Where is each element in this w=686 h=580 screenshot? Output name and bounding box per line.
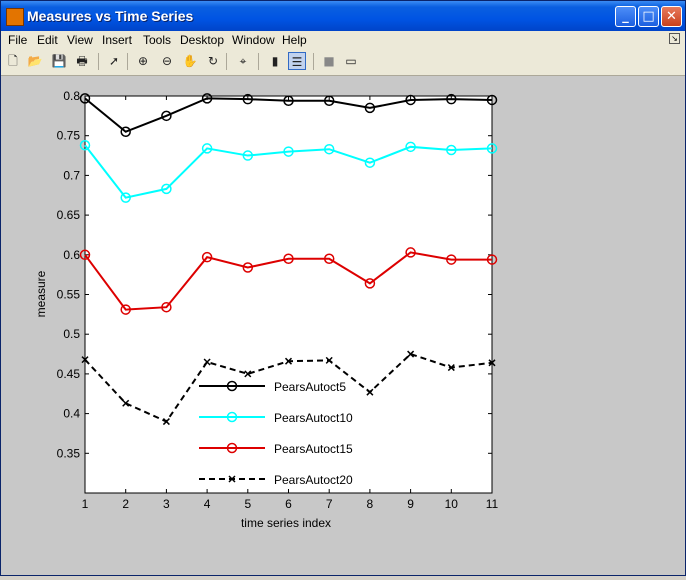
toolbar-separator [313,53,314,70]
zoom-in-icon[interactable]: ⊕ [134,52,152,70]
x-tick-label: 7 [326,497,333,511]
toolbar-separator [127,53,128,70]
y-tick-label: 0.5 [63,327,80,341]
close-button[interactable]: ✕ [661,6,682,27]
x-tick-label: 9 [407,497,414,511]
show-plot-tools-icon[interactable]: ▭ [342,52,360,70]
new-file-icon[interactable]: 🗋 [4,52,22,70]
y-tick-label: 0.7 [63,168,80,182]
title-bar[interactable]: Measures vs Time Series _ □ ✕ [1,1,685,31]
print-icon[interactable]: 🖶 [73,52,91,70]
y-tick-label: 0.8 [63,89,80,103]
y-tick-label: 0.75 [57,129,81,143]
y-tick-label: 0.4 [63,407,80,421]
legend-label: PearsAutoct5 [274,380,346,394]
zoom-out-icon[interactable]: ⊖ [158,52,176,70]
hide-plot-tools-icon[interactable]: ■ [320,52,338,70]
x-tick-label: 10 [445,497,459,511]
menu-tools[interactable]: Tools [143,33,171,47]
rotate-3d-icon[interactable]: ↻ [204,52,222,70]
x-tick-label: 8 [367,497,374,511]
maximize-button[interactable]: □ [638,6,659,27]
y-tick-label: 0.45 [57,367,81,381]
open-file-icon[interactable]: 📂 [26,52,44,70]
y-tick-label: 0.65 [57,208,81,222]
y-tick-label: 0.6 [63,248,80,262]
save-icon[interactable]: 💾 [50,52,68,70]
minimize-button[interactable]: _ [615,6,636,27]
x-tick-label: 5 [244,497,251,511]
legend-label: PearsAutoct20 [274,473,353,487]
toolbar-separator [226,53,227,70]
line-chart: 1 2 3 4 5 6 7 8 9 10 11 0.35 0.4 0.45 0.5 0.55 0.6 0.65 0.… [34,89,499,530]
x-tick-label: 3 [163,497,170,511]
menu-bar: File Edit View Insert Tools Desktop Wind… [1,31,685,49]
menu-help[interactable]: Help [282,33,307,47]
y-tick-label: 0.35 [57,446,81,460]
toolbar-separator [258,53,259,70]
legend-icon[interactable]: ☰ [288,52,306,70]
x-tick-label: 6 [285,497,292,511]
matlab-logo-icon [6,8,24,26]
menu-edit[interactable]: Edit [37,33,58,47]
menu-view[interactable]: View [67,33,93,47]
x-tick-label: 4 [204,497,211,511]
menu-insert[interactable]: Insert [102,33,132,47]
x-tick-label: 11 [486,497,499,511]
figure-toolbar: 🗋 📂 💾 🖶 ➚ ⊕ ⊖ ✋ ↻ ⌖ ▮ ☰ ■ ▭ [1,49,685,76]
menu-window[interactable]: Window [232,33,275,47]
pointer-icon[interactable]: ➚ [105,52,123,70]
figure-window: Measures vs Time Series _ □ ✕ File Edit … [0,0,686,576]
legend-label: PearsAutoct10 [274,411,353,425]
data-cursor-icon[interactable]: ⌖ [234,52,252,70]
colorbar-icon[interactable]: ▮ [266,52,284,70]
menu-file[interactable]: File [8,33,27,47]
dock-figure-icon[interactable]: ↘ [669,33,680,44]
window-title: Measures vs Time Series [27,8,194,24]
y-tick-label: 0.55 [57,288,81,302]
y-axis-label: measure [34,270,48,317]
pan-hand-icon[interactable]: ✋ [181,52,199,70]
x-tick-label: 2 [122,497,129,511]
legend-label: PearsAutoct15 [274,442,353,456]
x-axis-label: time series index [241,516,331,530]
x-tick-label: 1 [82,497,89,511]
figure-canvas: 1 2 3 4 5 6 7 8 9 10 11 0.35 0.4 0.45 0.5 0.55 0.6 0.65 0.… [1,76,685,575]
toolbar-separator [98,53,99,70]
menu-desktop[interactable]: Desktop [180,33,224,47]
